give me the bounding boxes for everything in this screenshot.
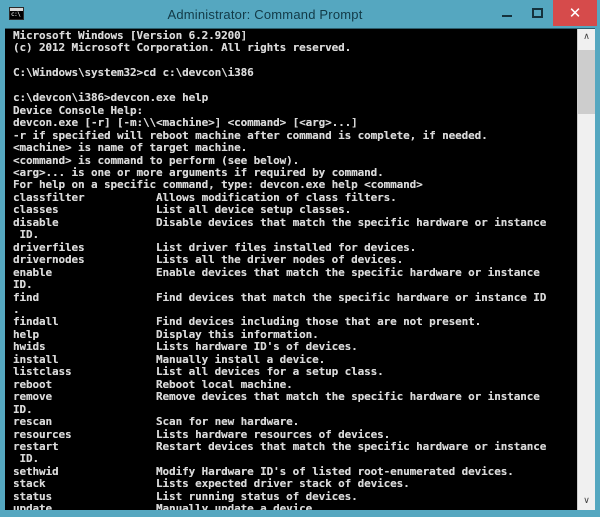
- scroll-up-arrow-icon[interactable]: ∧: [578, 29, 595, 46]
- maximize-icon: [532, 8, 543, 18]
- vertical-scrollbar[interactable]: ∧ ∨: [577, 29, 595, 510]
- scroll-down-arrow-icon[interactable]: ∨: [578, 493, 595, 510]
- scrollbar-track[interactable]: [578, 46, 595, 493]
- close-button[interactable]: ✕: [553, 0, 597, 26]
- title-bar[interactable]: c:\ Administrator: Command Prompt ✕: [0, 0, 600, 28]
- minimize-button[interactable]: [491, 0, 522, 26]
- window-controls: ✕: [491, 0, 600, 28]
- maximize-button[interactable]: [522, 0, 553, 26]
- command-prompt-window: c:\ Administrator: Command Prompt ✕ Micr…: [0, 0, 600, 517]
- minimize-icon: [501, 15, 512, 17]
- console-icon-glyph: c:\: [11, 11, 21, 18]
- scrollbar-thumb[interactable]: [578, 50, 595, 114]
- console-text: Microsoft Windows [Version 6.2.9200] (c)…: [13, 29, 547, 510]
- console-output-region[interactable]: Microsoft Windows [Version 6.2.9200] (c)…: [5, 29, 577, 510]
- console-icon: c:\: [9, 7, 24, 20]
- console-client-area: Microsoft Windows [Version 6.2.9200] (c)…: [5, 28, 595, 510]
